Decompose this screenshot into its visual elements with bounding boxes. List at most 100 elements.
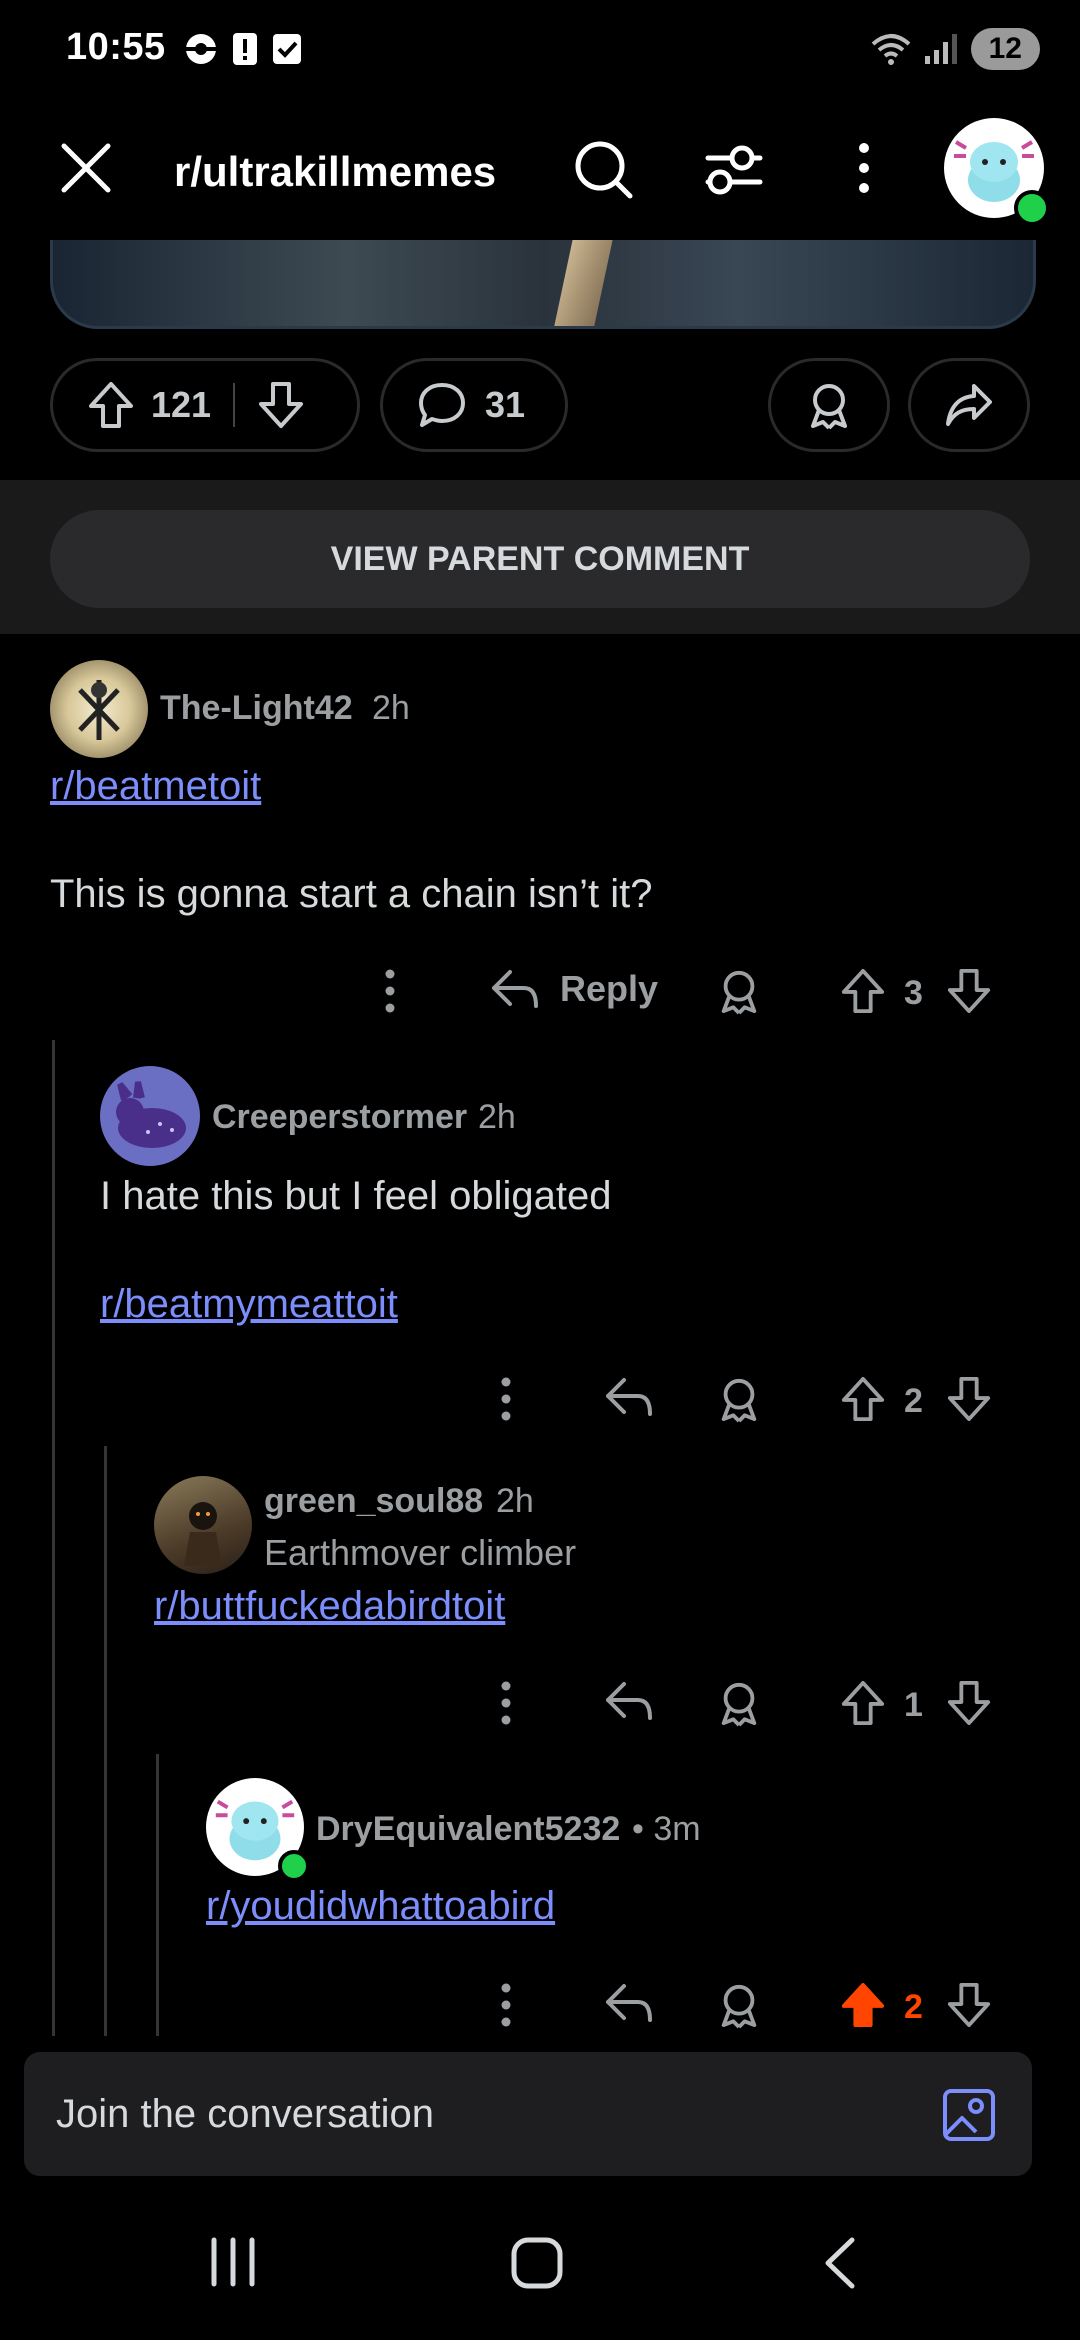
comment-link[interactable]: r/beatmetoit bbox=[50, 764, 261, 809]
comment-time: 2h bbox=[496, 1482, 534, 1520]
comment-link[interactable]: r/youdidwhattoabird bbox=[206, 1884, 555, 1929]
comment-vote-count: 2 bbox=[904, 1382, 923, 1420]
comment-award-button[interactable] bbox=[716, 1678, 762, 1728]
more-vertical-icon bbox=[501, 1983, 511, 2027]
comment-time: • 3m bbox=[632, 1810, 701, 1848]
upvote-icon bbox=[841, 968, 885, 1014]
comment-upvote-button[interactable] bbox=[840, 966, 886, 1016]
downvote-icon bbox=[259, 382, 304, 428]
downvote-icon bbox=[947, 1376, 991, 1422]
image-attach-button[interactable] bbox=[942, 2088, 996, 2142]
recent-apps-button[interactable] bbox=[208, 2236, 258, 2288]
more-vertical-icon bbox=[501, 1681, 511, 1725]
wifi-icon bbox=[871, 34, 910, 65]
thread-line[interactable] bbox=[104, 1446, 107, 2036]
back-button[interactable] bbox=[820, 2236, 860, 2290]
upvote-count: 121 bbox=[151, 384, 212, 425]
comment-upvote-button[interactable] bbox=[840, 1374, 886, 1424]
character-avatar-icon bbox=[184, 1502, 222, 1566]
comment-downvote-button[interactable] bbox=[946, 1374, 992, 1424]
comment-link[interactable]: r/beatmymeattoit bbox=[100, 1282, 398, 1327]
upvote-button[interactable] bbox=[87, 380, 135, 430]
comments-button[interactable]: 31 bbox=[380, 358, 568, 452]
comment-time: 2h bbox=[478, 1098, 516, 1136]
comment-more-button[interactable] bbox=[494, 1372, 518, 1426]
award-icon bbox=[721, 970, 757, 1015]
alert-icon bbox=[233, 33, 257, 65]
comment-time: 2h bbox=[372, 689, 410, 727]
home-button[interactable] bbox=[510, 2236, 564, 2290]
more-vertical-icon bbox=[859, 143, 869, 193]
comment-username[interactable]: DryEquivalent5232 bbox=[316, 1810, 620, 1849]
thread-line[interactable] bbox=[156, 1754, 159, 2036]
comment-vote-count: 3 bbox=[904, 974, 923, 1012]
downvote-icon bbox=[947, 1680, 991, 1726]
comment-username[interactable]: green_soul88 bbox=[264, 1482, 483, 1521]
view-parent-comment-button[interactable]: VIEW PARENT COMMENT bbox=[50, 510, 1030, 608]
reply-icon bbox=[606, 1984, 652, 2022]
sort-filter-button[interactable] bbox=[702, 140, 766, 200]
checkbox-icon bbox=[273, 34, 301, 64]
comment-avatar[interactable] bbox=[50, 660, 148, 758]
award-icon bbox=[721, 1984, 757, 2029]
comment-username[interactable]: The-Light42 bbox=[160, 689, 353, 728]
downvote-icon bbox=[947, 968, 991, 1014]
comment-icon bbox=[419, 383, 465, 427]
comment-more-button[interactable] bbox=[494, 1676, 518, 1730]
award-icon bbox=[811, 384, 847, 430]
comment-downvote-button[interactable] bbox=[946, 1678, 992, 1728]
comment-award-button[interactable] bbox=[716, 1980, 762, 2030]
share-icon bbox=[946, 384, 992, 426]
upvote-icon bbox=[89, 382, 133, 428]
image-icon bbox=[943, 2089, 995, 2141]
comment-more-button[interactable] bbox=[494, 1978, 518, 2032]
comment-icon-wrap bbox=[417, 381, 467, 429]
reply-icon bbox=[492, 970, 538, 1008]
award-icon bbox=[721, 1378, 757, 1423]
comment-avatar[interactable] bbox=[100, 1066, 200, 1166]
comment-upvote-button[interactable] bbox=[840, 1678, 886, 1728]
award-button[interactable] bbox=[768, 358, 890, 452]
home-icon bbox=[511, 2237, 563, 2289]
reply-label: Reply bbox=[560, 968, 659, 1009]
comment-reply-button[interactable] bbox=[604, 1980, 654, 2026]
recent-apps-icon bbox=[211, 2237, 255, 2287]
downvote-icon bbox=[947, 1982, 991, 2028]
app-header bbox=[0, 110, 1080, 260]
comment-more-button[interactable] bbox=[378, 964, 402, 1018]
reply-icon bbox=[606, 1378, 652, 1416]
comment-upvote-button-active[interactable] bbox=[840, 1980, 886, 2030]
close-icon bbox=[61, 143, 111, 193]
comment-downvote-button[interactable] bbox=[946, 966, 992, 1016]
share-button[interactable] bbox=[908, 358, 1030, 452]
comment-downvote-button[interactable] bbox=[946, 1980, 992, 2030]
thread-line[interactable] bbox=[52, 1040, 55, 2036]
comment-reply-button[interactable] bbox=[604, 1374, 654, 1420]
comment-body: This is gonna start a chain isn’t it? bbox=[50, 872, 653, 916]
downvote-button[interactable] bbox=[257, 380, 305, 430]
vote-divider bbox=[233, 383, 236, 427]
status-notification-icons bbox=[184, 32, 302, 66]
comment-reply-button[interactable]: Reply bbox=[490, 966, 658, 1012]
comment-award-button[interactable] bbox=[716, 1374, 762, 1424]
comment-link[interactable]: r/buttfuckedabirdtoit bbox=[154, 1584, 505, 1629]
search-button[interactable] bbox=[572, 138, 636, 202]
comment-avatar[interactable] bbox=[154, 1476, 252, 1574]
signal-icon bbox=[924, 34, 957, 64]
shield-icon bbox=[186, 34, 216, 64]
comment-username[interactable]: Creeperstormer bbox=[212, 1098, 467, 1137]
more-vertical-icon bbox=[385, 969, 395, 1013]
award-icon bbox=[721, 1682, 757, 1727]
more-options-button[interactable] bbox=[850, 140, 878, 196]
close-button[interactable] bbox=[58, 140, 114, 196]
join-conversation-input[interactable]: Join the conversation bbox=[56, 2092, 434, 2137]
comment-award-button[interactable] bbox=[716, 966, 762, 1016]
comment-reply-button[interactable] bbox=[604, 1678, 654, 1724]
upvote-filled-icon bbox=[841, 1982, 885, 2028]
angel-avatar-icon bbox=[78, 680, 120, 740]
comment-vote-count: 2 bbox=[904, 1988, 923, 2026]
post-image[interactable] bbox=[50, 240, 1036, 329]
more-vertical-icon bbox=[501, 1377, 511, 1421]
upvote-icon bbox=[841, 1376, 885, 1422]
subreddit-title[interactable]: r/ultrakillmemes bbox=[174, 148, 496, 196]
